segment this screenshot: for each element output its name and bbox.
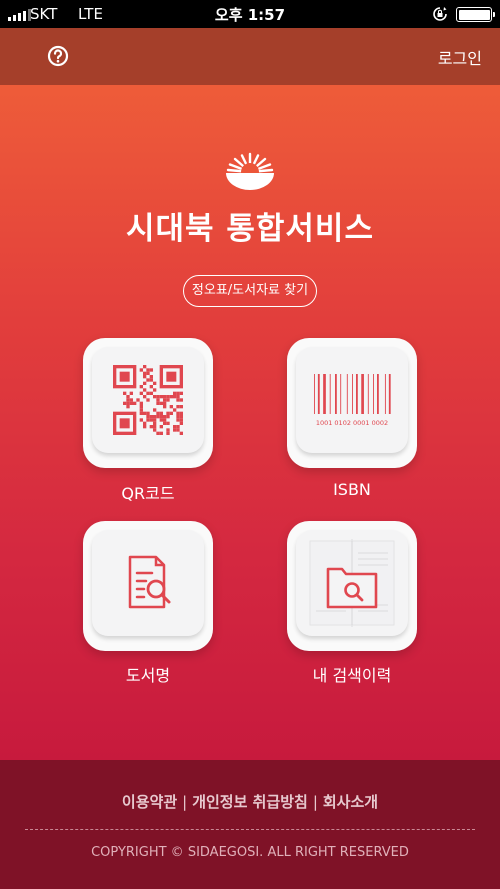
app-header: 로그인 bbox=[0, 28, 500, 85]
privacy-policy-link[interactable]: 개인정보 취급방침 bbox=[192, 793, 308, 811]
footer-divider bbox=[25, 829, 475, 830]
app-title: 시대북 통합서비스 bbox=[126, 211, 374, 247]
find-errata-button[interactable]: 정오표/도서자료 찾기 bbox=[183, 275, 317, 307]
battery-icon bbox=[456, 7, 495, 22]
isbn-tile[interactable]: 1001 0102 0001 0002 bbox=[287, 338, 417, 468]
book-title-tile[interactable] bbox=[83, 521, 213, 651]
barcode-digits: 1001 0102 0001 0002 bbox=[316, 419, 388, 427]
copyright-text: COPYRIGHT © SIDAEGOSI. ALL RIGHT RESERVE… bbox=[91, 845, 409, 860]
book-title-label: 도서명 bbox=[125, 666, 171, 685]
rotation-lock-icon bbox=[433, 7, 447, 21]
status-bar: SKT LTE 오후 1:57 bbox=[0, 0, 500, 28]
folder-search-icon bbox=[309, 539, 395, 627]
tile-face bbox=[92, 347, 204, 453]
document-search-icon bbox=[128, 555, 171, 609]
terms-link[interactable]: 이용약관 bbox=[122, 793, 177, 811]
qr-code-label: QR코드 bbox=[121, 484, 175, 503]
footer-separator: | bbox=[182, 793, 188, 811]
search-history-label: 내 검색이력 bbox=[312, 666, 392, 685]
tile-face: 1001 0102 0001 0002 bbox=[296, 347, 408, 453]
company-info-link[interactable]: 회사소개 bbox=[323, 793, 378, 811]
login-link[interactable]: 로그인 bbox=[438, 45, 482, 69]
tile-face bbox=[92, 530, 204, 636]
search-history-tile[interactable] bbox=[287, 521, 417, 651]
barcode-icon: 1001 0102 0001 0002 bbox=[314, 374, 391, 427]
main-area: 시대북 통합서비스 정오표/도서자료 찾기 QR코드 1001 0102 000… bbox=[0, 85, 500, 760]
status-time: 오후 1:57 bbox=[214, 6, 286, 24]
footer: 이용약관 | 개인정보 취급방침 | 회사소개 COPYRIGHT © SIDAEGOS… bbox=[0, 760, 500, 889]
qr-code-icon bbox=[113, 365, 183, 435]
isbn-label: ISBN bbox=[333, 480, 371, 499]
tile-face bbox=[296, 530, 408, 636]
question-circle-icon[interactable] bbox=[47, 45, 69, 67]
sunrise-logo-icon bbox=[226, 152, 274, 190]
qr-code-tile[interactable] bbox=[83, 338, 213, 468]
footer-separator: | bbox=[312, 793, 318, 811]
footer-links: 이용약관 | 개인정보 취급방침 | 회사소개 bbox=[0, 791, 500, 812]
